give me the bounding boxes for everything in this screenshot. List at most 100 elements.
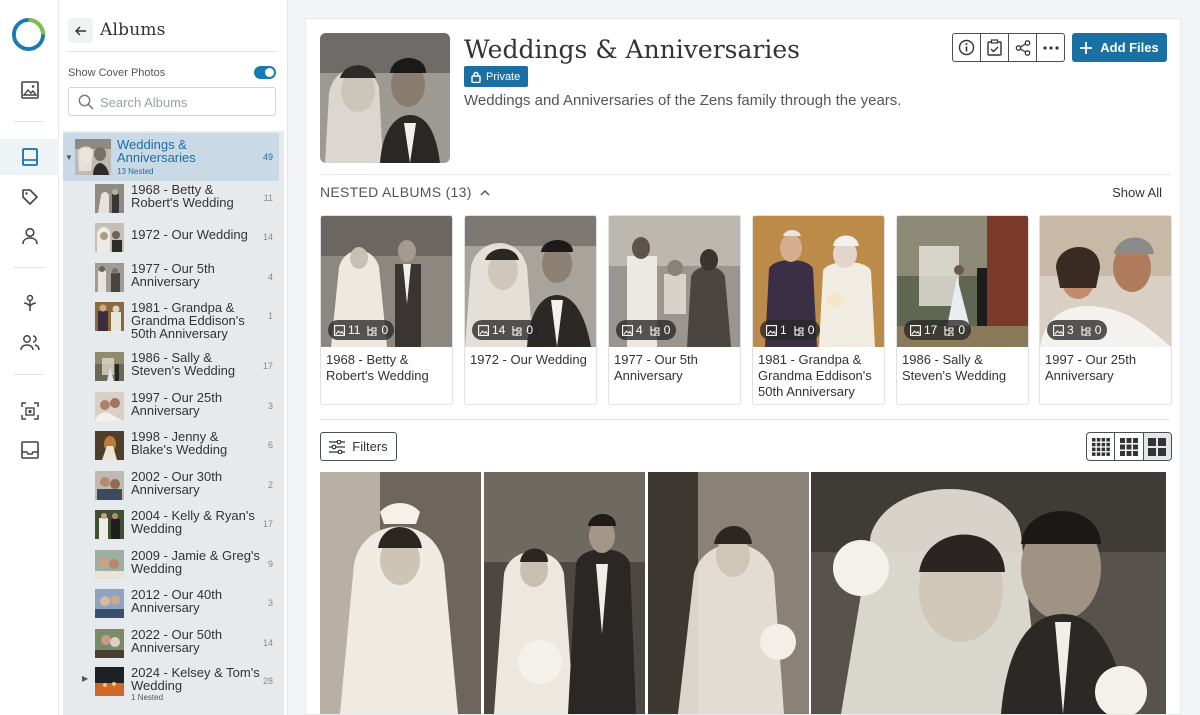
album-thumbnail	[95, 589, 124, 618]
album-cover-photo[interactable]	[320, 33, 450, 163]
nested-count-label: 13 Nested	[117, 167, 154, 176]
tree-item[interactable]: 2022 - Our 50th Anniversary 14	[63, 626, 279, 664]
share-button[interactable]	[1009, 34, 1037, 61]
photo-count: 28	[262, 676, 273, 686]
nested-album-icon	[650, 325, 660, 336]
photo-count: 4	[267, 272, 273, 282]
info-button[interactable]	[953, 34, 981, 61]
show-all-link[interactable]: Show All	[1112, 185, 1162, 200]
grid-small-button[interactable]	[1087, 433, 1116, 460]
grid-size-switcher	[1086, 432, 1172, 461]
grid-medium-icon	[1119, 437, 1138, 456]
photo-count: 17	[924, 323, 938, 337]
tree-item[interactable]: 2009 - Jamie & Greg's Wedding 9	[63, 547, 279, 585]
contacts-nav-button[interactable]	[0, 325, 59, 361]
nested-album-card[interactable]: 3 0 1997 - Our 25th Anniversary	[1039, 215, 1172, 405]
search-albums-input[interactable]	[100, 93, 270, 111]
nested-album-name: 1972 - Our Wedding	[470, 352, 587, 367]
photo-count: 2	[267, 480, 273, 490]
album-thumbnail	[95, 263, 124, 292]
tree-item[interactable]: 1977 - Our 5th Anniversary 4	[63, 260, 279, 298]
tree-item[interactable]: 1981 - Grandpa & Grandma Eddison's 50th …	[63, 299, 279, 340]
photo-thumbnail[interactable]	[648, 472, 809, 714]
search-icon	[78, 94, 94, 110]
tree-item[interactable]: 1986 - Sally & Steven's Wedding 17	[63, 349, 279, 387]
album-title: Weddings & Anniversaries	[464, 35, 800, 64]
album-stats-badge: 3 0	[1047, 320, 1108, 340]
tree-item[interactable]: ▶ 2024 - Kelsey & Tom's Wedding 1 Nested…	[63, 664, 279, 702]
photo-count: 49	[262, 152, 273, 162]
photo-count: 6	[267, 440, 273, 450]
privacy-badge[interactable]: Private	[464, 66, 529, 87]
album-count: 0	[1094, 323, 1102, 337]
people-nav-button[interactable]	[0, 218, 59, 254]
tree-item-label: 1997 - Our 25th Anniversary	[131, 390, 223, 418]
show-cover-photos-toggle[interactable]	[254, 66, 276, 79]
photo-count: 14	[262, 232, 273, 242]
album-tree: ▼ Weddings & Anniversaries 13 Nested 49 …	[63, 131, 284, 715]
caret-down-icon[interactable]: ▼	[65, 153, 73, 162]
more-options-button[interactable]	[1037, 34, 1064, 61]
nested-album-icon	[512, 325, 522, 336]
back-button[interactable]	[68, 18, 93, 43]
tree-item-weddings-anniversaries[interactable]: ▼ Weddings & Anniversaries 13 Nested 49	[63, 133, 279, 181]
nested-album-card[interactable]: 1 0 1981 - Grandpa & Grandma Eddison's 5…	[752, 215, 885, 405]
tree-item[interactable]: 1997 - Our 25th Anniversary 3	[63, 389, 279, 427]
scan-nav-button[interactable]	[0, 393, 59, 429]
photo-thumbnail[interactable]	[811, 472, 1166, 714]
photo-thumbnail[interactable]	[320, 472, 481, 714]
grid-large-icon	[1148, 437, 1167, 456]
nested-album-card[interactable]: 4 0 1977 - Our 5th Anniversary	[608, 215, 741, 405]
grid-medium-button[interactable]	[1115, 433, 1144, 460]
tree-item-label: 2004 - Kelly & Ryan's Wedding	[131, 508, 255, 536]
nested-album-name: 1981 - Grandpa & Grandma Eddison's 50th …	[758, 352, 872, 399]
info-icon	[958, 39, 975, 56]
album-actions-group	[952, 33, 1065, 62]
family-tree-icon	[23, 294, 36, 311]
sidebar-header: Albums	[68, 18, 276, 52]
photos-nav-button[interactable]	[0, 72, 59, 108]
tree-item[interactable]: 2002 - Our 30th Anniversary 2	[63, 468, 279, 506]
nested-album-icon	[1081, 325, 1091, 336]
image-icon	[478, 324, 489, 336]
album-stats-badge: 4 0	[616, 320, 677, 340]
tree-item[interactable]: 1998 - Jenny & Blake's Wedding 6	[63, 428, 279, 466]
grid-small-icon	[1091, 437, 1110, 456]
tree-item-label: 2012 - Our 40th Anniversary	[131, 587, 223, 615]
album-icon	[21, 148, 38, 166]
album-thumbnail	[95, 629, 124, 658]
nested-albums-toggle[interactable]: NESTED ALBUMS (13)	[320, 184, 490, 200]
album-thumbnail	[95, 471, 124, 500]
family-tree-nav-button[interactable]	[0, 285, 59, 321]
nested-album-card[interactable]: 14 0 1972 - Our Wedding	[464, 215, 597, 405]
app-logo[interactable]	[11, 17, 46, 52]
tree-item[interactable]: 2004 - Kelly & Ryan's Wedding 17	[63, 507, 279, 545]
filters-label: Filters	[352, 439, 388, 454]
clipboard-check-icon	[987, 39, 1002, 56]
nested-album-card[interactable]: 11 0 1968 - Betty & Robert's Wedding	[320, 215, 453, 405]
album-stats-badge: 17 0	[904, 320, 972, 340]
tasks-button[interactable]	[981, 34, 1009, 61]
tree-item[interactable]: 1968 - Betty & Robert's Wedding 11	[63, 181, 279, 219]
albums-sidebar: Albums Show Cover Photos ▼ Weddings & An…	[59, 0, 288, 715]
nested-album-name: 1997 - Our 25th Anniversary	[1045, 352, 1137, 383]
grid-large-button[interactable]	[1143, 433, 1171, 460]
filters-button[interactable]: Filters	[320, 432, 397, 461]
tags-nav-button[interactable]	[0, 179, 59, 215]
photo-thumbnail[interactable]	[484, 472, 645, 714]
privacy-label: Private	[486, 70, 521, 83]
tree-item[interactable]: 1972 - Our Wedding 14	[63, 220, 279, 258]
search-albums-field	[68, 87, 276, 116]
albums-nav-button[interactable]	[0, 139, 59, 175]
photo-count: 1	[780, 323, 787, 337]
caret-right-icon[interactable]: ▶	[82, 674, 88, 683]
inbox-nav-button[interactable]	[0, 432, 59, 468]
nested-album-card[interactable]: 17 0 1986 - Sally & Steven's Wedding	[896, 215, 1029, 405]
album-thumbnail	[95, 510, 124, 539]
add-files-button[interactable]: Add Files	[1072, 33, 1167, 62]
nested-album-name: 1968 - Betty & Robert's Wedding	[326, 352, 429, 383]
album-stats-badge: 11 0	[328, 320, 395, 340]
tree-item-label: 1977 - Our 5th Anniversary	[131, 261, 215, 289]
tree-item[interactable]: 2012 - Our 40th Anniversary 3	[63, 586, 279, 624]
arrow-left-icon	[74, 26, 86, 35]
